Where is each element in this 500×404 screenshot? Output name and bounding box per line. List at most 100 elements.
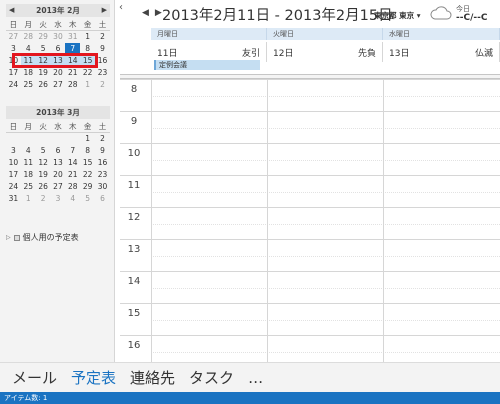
nav-tasks[interactable]: タスク (189, 367, 234, 388)
calendar-day[interactable]: 27 (51, 181, 66, 193)
calendar-day[interactable]: 13 (50, 55, 66, 67)
calendar-day[interactable]: 31 (6, 193, 21, 205)
prev-month-icon[interactable]: ◀ (9, 4, 14, 17)
calendar-day[interactable]: 23 (95, 67, 110, 79)
calendar-day[interactable]: 2 (95, 79, 110, 91)
calendar-day[interactable]: 30 (51, 31, 66, 43)
calendar-day[interactable]: 25 (21, 79, 36, 91)
calendar-day[interactable]: 4 (21, 43, 36, 55)
calendar-day[interactable] (21, 133, 36, 145)
calendar-day[interactable]: 21 (65, 169, 80, 181)
calendar-day[interactable]: 16 (95, 157, 110, 169)
calendar-day[interactable]: 24 (6, 181, 21, 193)
calendar-day[interactable]: 1 (21, 193, 36, 205)
calendar-day[interactable]: 27 (51, 79, 66, 91)
calendar-day[interactable] (6, 133, 21, 145)
calendar-day[interactable]: 25 (21, 181, 36, 193)
week-view-grid[interactable]: 月曜日 火曜日 水曜日 11日 友引 12日 先負 13日 仏滅 定例会議 8 9… (120, 28, 500, 362)
weather-location-dropdown[interactable]: 東京都 東京 ▾ (374, 10, 421, 21)
hour-row[interactable]: 9 (120, 111, 500, 143)
calendar-day[interactable]: 28 (21, 31, 36, 43)
calendar-day[interactable]: 26 (36, 79, 51, 91)
calendar-day[interactable]: 3 (6, 145, 21, 157)
calendar-day[interactable]: 20 (51, 169, 66, 181)
calendar-day[interactable]: 17 (6, 169, 21, 181)
calendar-day[interactable]: 23 (95, 169, 110, 181)
calendar-day[interactable]: 11 (20, 55, 36, 67)
calendar-day[interactable] (65, 133, 80, 145)
calendar-day[interactable]: 28 (65, 181, 80, 193)
hour-row[interactable]: 12 (120, 207, 500, 239)
hour-row[interactable]: 11 (120, 175, 500, 207)
nav-more[interactable]: … (248, 369, 263, 387)
calendar-day[interactable]: 5 (80, 193, 95, 205)
next-month-icon[interactable]: ▶ (102, 4, 107, 17)
calendar-day[interactable]: 2 (95, 133, 110, 145)
calendar-day[interactable]: 18 (21, 169, 36, 181)
calendar-day[interactable]: 8 (80, 43, 95, 55)
calendar-day[interactable]: 3 (6, 43, 21, 55)
calendar-day[interactable]: 5 (36, 145, 51, 157)
calendar-day[interactable]: 21 (65, 67, 80, 79)
calendar-day[interactable]: 13 (51, 157, 66, 169)
nav-people[interactable]: 連絡先 (130, 367, 175, 388)
calendar-day[interactable]: 2 (36, 193, 51, 205)
calendar-day[interactable]: 15 (80, 55, 96, 67)
calendar-day[interactable]: 3 (51, 193, 66, 205)
calendar-day[interactable]: 10 (6, 55, 21, 67)
hour-row[interactable]: 8 (120, 79, 500, 111)
calendar-day[interactable]: 22 (80, 67, 95, 79)
calendar-day[interactable]: 14 (65, 157, 80, 169)
calendar-day[interactable]: 8 (80, 145, 95, 157)
prev-week-icon[interactable]: ◀ (142, 8, 149, 18)
calendar-day[interactable]: 9 (95, 43, 110, 55)
calendar-day[interactable]: 6 (51, 43, 66, 55)
hour-row[interactable]: 14 (120, 271, 500, 303)
calendar-day[interactable]: 12 (36, 157, 51, 169)
day-date-wed[interactable]: 13日 仏滅 (383, 42, 500, 62)
calendar-day[interactable] (36, 133, 51, 145)
calendar-day[interactable]: 11 (21, 157, 36, 169)
calendar-day[interactable]: 10 (6, 157, 21, 169)
calendar-day[interactable]: 15 (80, 157, 95, 169)
calendar-day[interactable]: 7 (65, 43, 81, 55)
collapse-pane-icon[interactable]: ‹ (115, 2, 127, 14)
calendar-day[interactable]: 12 (35, 55, 51, 67)
calendar-day[interactable]: 1 (80, 133, 95, 145)
calendar-checkbox-icon[interactable] (13, 234, 20, 241)
all-day-event[interactable]: 定例会議 (154, 60, 260, 70)
calendar-day[interactable]: 19 (36, 67, 51, 79)
expand-triangle-icon[interactable]: ▷ (6, 234, 11, 241)
calendar-day[interactable]: 6 (95, 193, 110, 205)
calendar-day[interactable]: 14 (65, 55, 81, 67)
calendar-day[interactable]: 4 (65, 193, 80, 205)
hour-row[interactable]: 16 (120, 335, 500, 362)
calendar-day[interactable]: 1 (80, 31, 95, 43)
calendar-day[interactable]: 9 (95, 145, 110, 157)
calendar-day[interactable]: 5 (36, 43, 51, 55)
hour-row[interactable]: 10 (120, 143, 500, 175)
hour-row[interactable]: 15 (120, 303, 500, 335)
calendar-day[interactable]: 26 (36, 181, 51, 193)
nav-calendar[interactable]: 予定表 (71, 367, 116, 388)
calendar-day[interactable]: 19 (36, 169, 51, 181)
calendar-day[interactable]: 30 (95, 181, 110, 193)
day-date-tue[interactable]: 12日 先負 (267, 42, 383, 62)
calendar-day[interactable]: 20 (51, 67, 66, 79)
calendar-day[interactable]: 6 (51, 145, 66, 157)
calendar-day[interactable]: 16 (95, 55, 110, 67)
calendar-day[interactable]: 27 (6, 31, 21, 43)
calendar-day[interactable]: 4 (21, 145, 36, 157)
calendar-day[interactable] (51, 133, 66, 145)
calendar-day[interactable]: 24 (6, 79, 21, 91)
calendar-day[interactable]: 2 (95, 31, 110, 43)
calendar-day[interactable]: 17 (6, 67, 21, 79)
nav-mail[interactable]: メール (12, 367, 57, 388)
calendar-day[interactable]: 18 (21, 67, 36, 79)
day-date-mon[interactable]: 11日 友引 (151, 42, 267, 62)
calendar-day[interactable]: 22 (80, 169, 95, 181)
calendar-day[interactable]: 1 (80, 79, 95, 91)
hour-row[interactable]: 13 (120, 239, 500, 271)
calendar-day[interactable]: 28 (65, 79, 80, 91)
my-calendars-folder[interactable]: ▷ 個人用の予定表 (6, 232, 79, 243)
